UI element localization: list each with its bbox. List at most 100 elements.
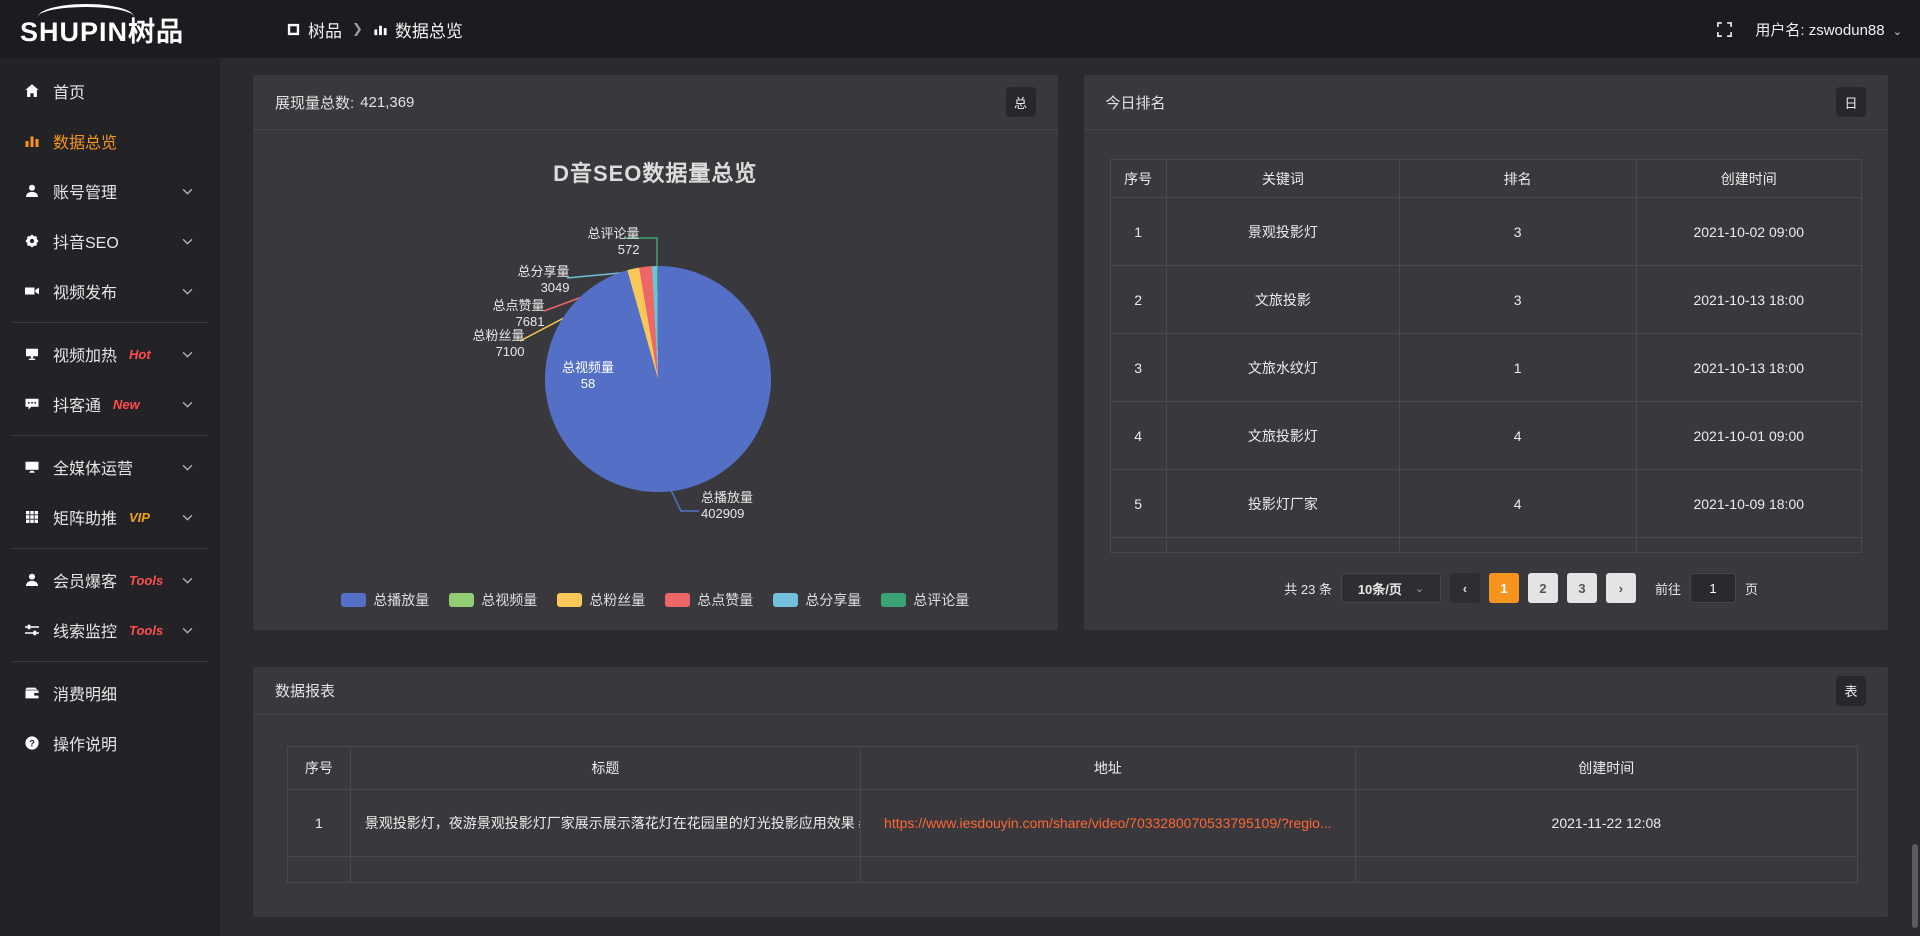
- impressions-total-value: 421,369: [360, 94, 414, 111]
- chevron-down-icon: [182, 514, 193, 521]
- grid-icon: [24, 509, 40, 525]
- sidebar-item-video-heat[interactable]: 视频加热 Hot: [0, 329, 220, 379]
- user-label: 用户名:: [1755, 22, 1804, 39]
- table-row: 2文旅投影32021-10-13 18:00: [1110, 266, 1862, 334]
- sidebar-divider: [12, 661, 208, 662]
- user-menu[interactable]: 用户名: zswodun88 ⌄: [1755, 19, 1902, 40]
- bar-chart-icon: [373, 22, 388, 37]
- scrollbar-thumb[interactable]: [1912, 844, 1918, 928]
- page-button-2[interactable]: 2: [1528, 573, 1558, 603]
- video-link[interactable]: https://www.iesdouyin.com/share/video/70…: [861, 815, 1355, 831]
- chart-title: D音SEO数据量总览: [253, 156, 1058, 188]
- sidebar-item-help[interactable]: ? 操作说明: [0, 718, 220, 768]
- member-icon: [24, 572, 40, 588]
- pie-label-comments: 总评论量 572: [587, 226, 639, 258]
- chevron-down-icon: [182, 288, 193, 295]
- bar-chart-icon: [24, 133, 40, 149]
- sidebar-item-video-publish[interactable]: 视频发布: [0, 266, 220, 316]
- next-page-button[interactable]: ›: [1606, 573, 1636, 603]
- video-camera-icon: [24, 283, 40, 299]
- legend-swatch: [881, 593, 906, 607]
- table-row: 5投影灯厂家42021-10-09 18:00: [1110, 470, 1862, 538]
- report-panel-title: 数据报表: [275, 680, 335, 701]
- legend-item-videos[interactable]: 总视频量: [449, 590, 537, 610]
- sidebar-item-media-operation[interactable]: 全媒体运营: [0, 442, 220, 492]
- user-icon: [24, 183, 40, 199]
- today-ranking-panel: 今日排名 日 序号 关键词 排名 创建时间: [1084, 75, 1889, 630]
- pie-label-shares: 总分享量 3049: [517, 264, 569, 296]
- hot-badge: Hot: [129, 347, 151, 362]
- page-size-select[interactable]: 10条/页 ⌄: [1341, 573, 1441, 603]
- legend-item-plays[interactable]: 总播放量: [341, 590, 429, 610]
- prev-page-button[interactable]: ‹: [1450, 573, 1480, 603]
- table-row: 4文旅投影灯42021-10-01 09:00: [1110, 402, 1862, 470]
- legend-item-comments[interactable]: 总评论量: [881, 590, 969, 610]
- sidebar-item-consumption[interactable]: 消费明细: [0, 668, 220, 718]
- tools-badge: Tools: [129, 623, 163, 638]
- chevron-down-icon: [182, 188, 193, 195]
- breadcrumb-current[interactable]: 数据总览: [373, 17, 463, 42]
- vip-badge: VIP: [129, 510, 150, 525]
- chart-legend: 总播放量 总视频量 总粉丝量 总点赞量 总分享量 总评论量: [253, 590, 1058, 610]
- legend-swatch: [665, 593, 690, 607]
- table-row: 3文旅水纹灯12021-10-13 18:00: [1110, 334, 1862, 402]
- legend-item-fans[interactable]: 总粉丝量: [557, 590, 645, 610]
- sliders-icon: [24, 622, 40, 638]
- question-icon: ?: [24, 735, 40, 751]
- sidebar-item-douketong[interactable]: 抖客通 New: [0, 379, 220, 429]
- pagination: 共 23 条 10条/页 ⌄ ‹ 1 2 3 › 前往 页: [1284, 573, 1758, 603]
- sidebar-item-data-overview[interactable]: 数据总览: [0, 116, 220, 166]
- legend-item-likes[interactable]: 总点赞量: [665, 590, 753, 610]
- day-view-button[interactable]: 日: [1836, 87, 1866, 117]
- table-view-button[interactable]: 表: [1836, 676, 1866, 706]
- chevron-down-icon: ⌄: [1415, 582, 1424, 595]
- sidebar-item-home[interactable]: 首页: [0, 66, 220, 116]
- wallet-icon: [24, 685, 40, 701]
- legend-swatch: [341, 593, 366, 607]
- app-square-icon: [286, 22, 301, 37]
- sidebar-item-account[interactable]: 账号管理: [0, 166, 220, 216]
- page-button-3[interactable]: 3: [1567, 573, 1597, 603]
- monitor-icon: [24, 459, 40, 475]
- breadcrumb-root[interactable]: 树品: [286, 17, 342, 42]
- chevron-down-icon: [182, 238, 193, 245]
- video-title: 景观投影灯，夜游景观投影灯厂家展示展示落花灯在花园里的灯光投影应用效果 #: [351, 813, 860, 833]
- pie-label-videos: 总视频量 58: [543, 360, 633, 392]
- sidebar-item-matrix-boost[interactable]: 矩阵助推 VIP: [0, 492, 220, 542]
- report-table: 序号 标题 地址 创建时间 1 景观投影灯，夜游景观投影灯厂家展示展示落花灯在花…: [287, 746, 1858, 883]
- logo-arc: [38, 4, 134, 30]
- sidebar-item-clue-monitor[interactable]: 线索监控 Tools: [0, 605, 220, 655]
- chat-icon: [24, 396, 40, 412]
- page-button-1[interactable]: 1: [1489, 573, 1519, 603]
- chevron-down-icon: ⌄: [1893, 26, 1902, 38]
- app-logo: SHUPIN树品: [0, 10, 220, 49]
- new-badge: New: [113, 397, 140, 412]
- main-content: 抖音seo数据 全媒体运营数据 询盘数据 展现量总数: 421,369 总 D音…: [220, 0, 1920, 878]
- data-report-panel: 数据报表 表 序号 标题 地址 创建时间 1 景观投影灯，夜游景观投影灯: [253, 667, 1888, 917]
- chevron-down-icon: [182, 464, 193, 471]
- top-header: SHUPIN树品 树品 ❯ 数据总览 用户名: zswodun88 ⌄: [0, 0, 1920, 58]
- ranking-table: 序号 关键词 排名 创建时间 1景观投影灯32021-10-02 09:00: [1110, 159, 1863, 553]
- fullscreen-icon[interactable]: [1716, 21, 1733, 38]
- goto-unit-label: 页: [1745, 579, 1758, 598]
- sidebar-item-douyin-seo[interactable]: 抖音SEO: [0, 216, 220, 266]
- gear-icon: [24, 233, 40, 249]
- table-row: 1 景观投影灯，夜游景观投影灯厂家展示展示落花灯在花园里的灯光投影应用效果 # …: [288, 790, 1858, 857]
- report-table-header: 序号 标题 地址 创建时间: [288, 747, 1858, 790]
- legend-swatch: [557, 593, 582, 607]
- svg-text:?: ?: [29, 738, 35, 749]
- breadcrumb-separator-icon: ❯: [352, 21, 363, 37]
- ranking-table-header: 序号 关键词 排名 创建时间: [1110, 160, 1862, 198]
- sidebar-divider: [12, 548, 208, 549]
- total-view-button[interactable]: 总: [1006, 87, 1036, 117]
- breadcrumb: 树品 ❯ 数据总览: [220, 17, 463, 42]
- table-row-partial: [288, 857, 1858, 883]
- legend-item-shares[interactable]: 总分享量: [773, 590, 861, 610]
- sidebar: 首页 数据总览 账号管理 抖音SEO 视频发布 视频加热 Hot 抖客通 New…: [0, 58, 220, 936]
- chevron-down-icon: [182, 401, 193, 408]
- pie-chart-area: D音SEO数据量总览 总评论量 572 总分享量 3049: [253, 130, 1058, 630]
- chevron-down-icon: [182, 627, 193, 634]
- goto-page-input[interactable]: [1690, 573, 1736, 603]
- pie-label-fans: 总粉丝量 7100: [472, 328, 524, 360]
- sidebar-item-member-tools[interactable]: 会员爆客 Tools: [0, 555, 220, 605]
